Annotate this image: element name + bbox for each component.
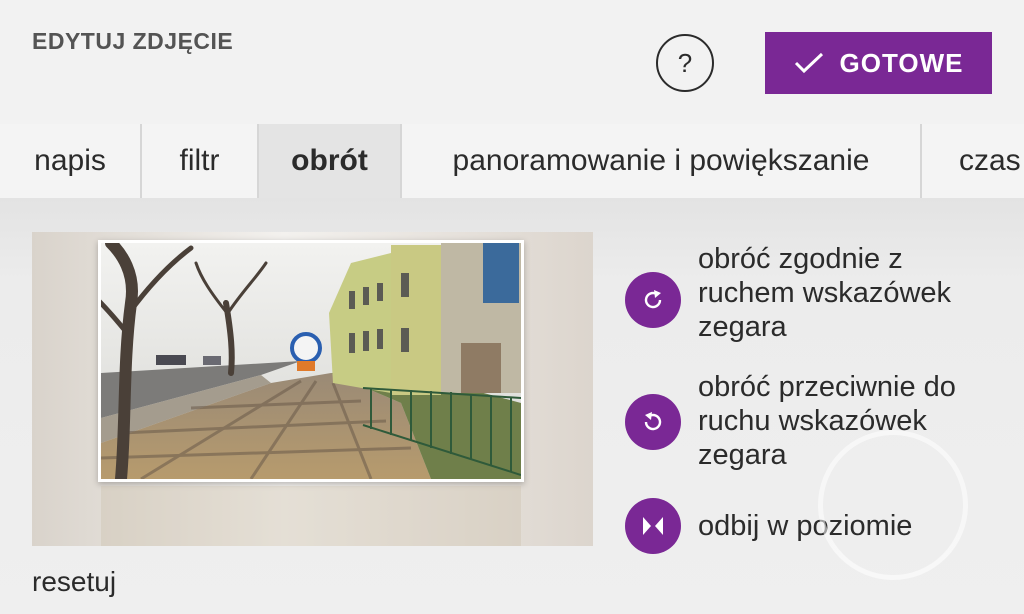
tab-time[interactable]: czas [920, 124, 1024, 198]
flip-horizontal-icon [625, 498, 681, 554]
reflection-image [101, 486, 521, 546]
tab-pan-zoom[interactable]: panoramowanie i powiększanie [400, 124, 920, 198]
tab-bar: napis filtr obrót panoramowanie i powięk… [0, 124, 1024, 198]
rotate-counterclockwise-icon [625, 394, 681, 450]
done-button-label: GOTOWE [839, 47, 964, 78]
page-title: EDYTUJ ZDJĘCIE [32, 28, 234, 54]
tab-filter[interactable]: filtr [140, 124, 257, 198]
tab-caption[interactable]: napis [0, 124, 140, 198]
help-button[interactable]: ? [656, 34, 714, 92]
photo-image [93, 237, 522, 485]
photo-preview [93, 237, 524, 485]
rotate-clockwise-icon [625, 272, 681, 328]
photo-reflection [98, 486, 524, 546]
reset-button[interactable]: resetuj [32, 566, 116, 598]
tab-rotate[interactable]: obrót [257, 124, 400, 198]
done-button[interactable]: GOTOWE [765, 32, 992, 94]
rotate-clockwise-label: obróć zgodnie z ruchem wskazówek zegara [698, 243, 952, 343]
watermark-logo [818, 430, 968, 580]
photo-preview-area [32, 232, 593, 546]
rotate-clockwise-button[interactable]: obróć zgodnie z ruchem wskazówek zegara [625, 242, 998, 344]
checkmark-icon [794, 52, 823, 74]
